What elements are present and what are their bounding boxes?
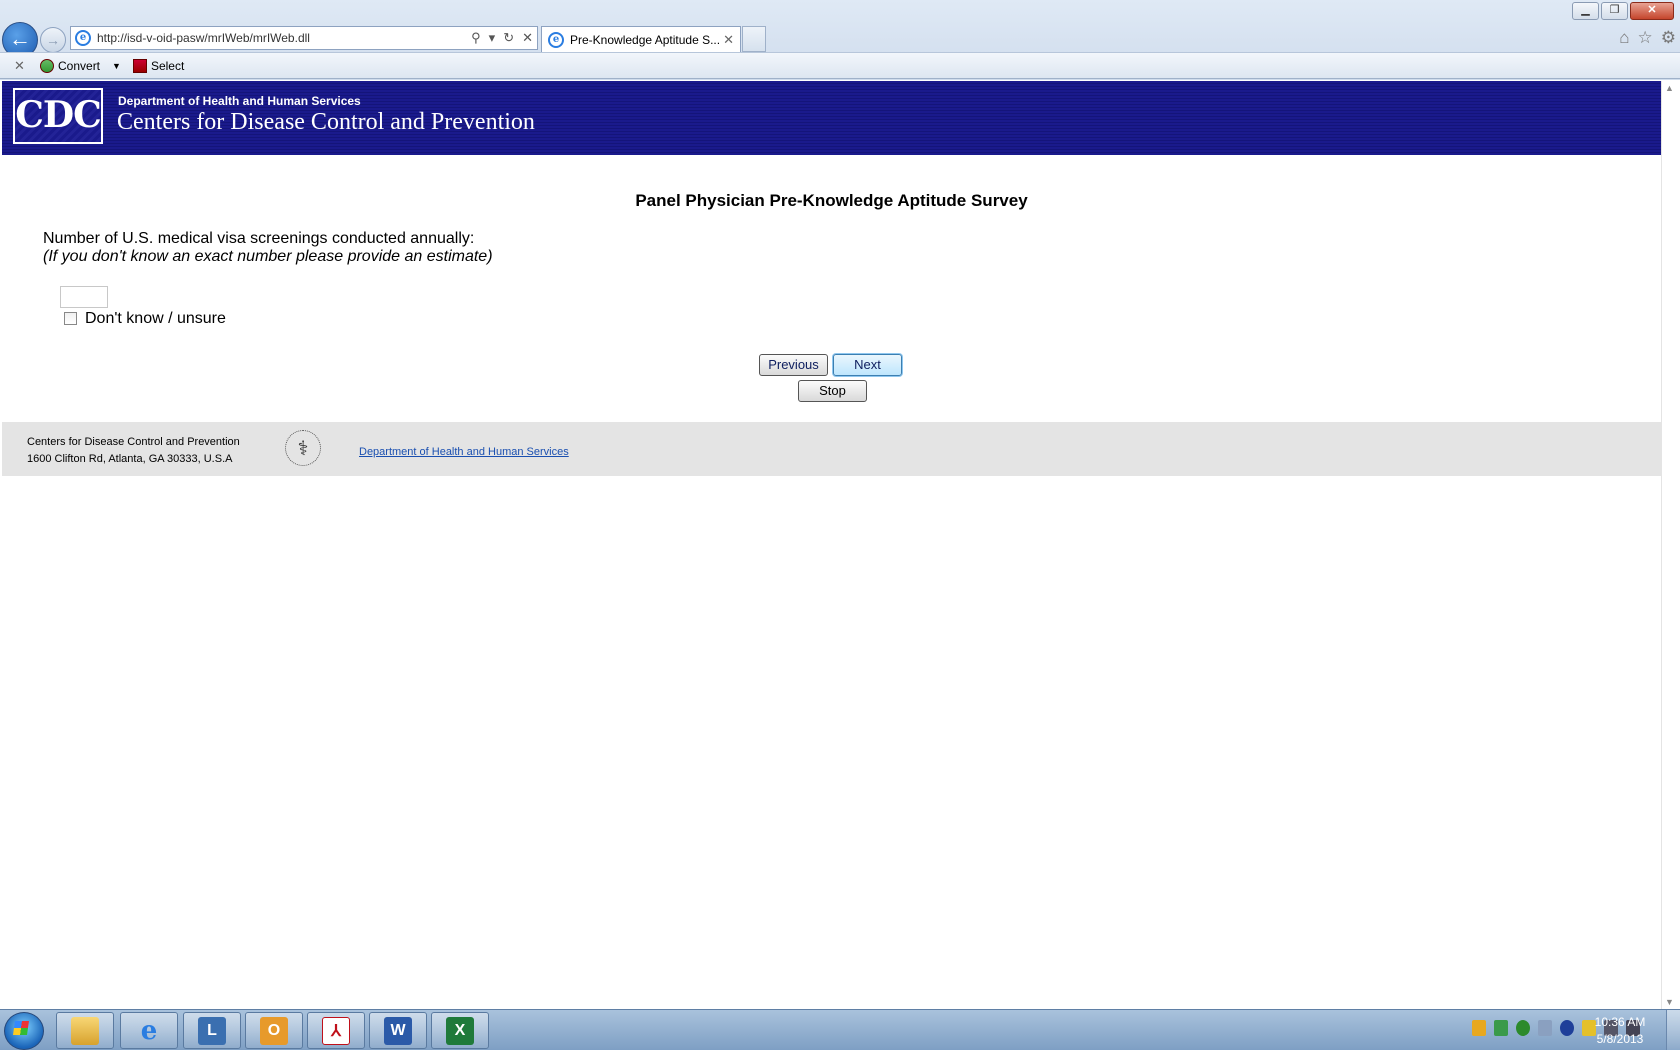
clock-time[interactable]: 10:36 AM xyxy=(1590,1015,1650,1029)
info-icon[interactable] xyxy=(1560,1020,1574,1036)
pdf-icon: ⅄ xyxy=(322,1016,350,1045)
select-label: Select xyxy=(150,58,185,73)
lync-icon: L xyxy=(198,1016,226,1045)
cdc-banner: CDC Department of Health and Human Servi… xyxy=(2,81,1661,155)
tab-title: Pre-Knowledge Aptitude S... xyxy=(570,32,721,47)
favorites-star-icon[interactable]: ☆ xyxy=(1638,28,1653,48)
stop-button[interactable]: Stop xyxy=(798,380,867,402)
close-toolbar-icon[interactable]: ✕ xyxy=(14,58,34,74)
taskbar-excel[interactable]: X xyxy=(431,1012,489,1049)
screenings-count-input[interactable] xyxy=(60,286,108,308)
convert-dropdown-icon[interactable]: ▼ xyxy=(112,61,121,71)
taskbar-internet-explorer[interactable]: e xyxy=(120,1012,178,1049)
taskbar-lync[interactable]: L xyxy=(183,1012,241,1049)
footer-address: 1600 Clifton Rd, Atlanta, GA 30333, U.S.… xyxy=(27,453,233,465)
outlook-icon: O xyxy=(260,1016,288,1045)
vertical-scrollbar[interactable]: ▲ ▼ xyxy=(1661,81,1678,1009)
tab-active[interactable]: e Pre-Knowledge Aptitude S... ✕ xyxy=(541,26,741,52)
excel-icon: X xyxy=(446,1016,474,1045)
windows-logo-icon xyxy=(13,1021,29,1035)
question-label: Number of U.S. medical visa screenings c… xyxy=(43,230,475,247)
scroll-down-icon[interactable]: ▼ xyxy=(1665,997,1674,1007)
minimize-button[interactable]: ▁ xyxy=(1572,2,1599,20)
security-tray-icon[interactable] xyxy=(1494,1020,1508,1036)
folder-icon xyxy=(71,1016,99,1045)
search-icon[interactable]: ⚲ xyxy=(471,30,481,46)
taskbar-word[interactable]: W xyxy=(369,1012,427,1049)
footer-org: Centers for Disease Control and Preventi… xyxy=(27,436,240,448)
refresh-icon[interactable]: ↻ xyxy=(503,30,514,46)
plug-icon[interactable] xyxy=(1538,1020,1552,1036)
dont-know-checkbox[interactable] xyxy=(64,312,77,325)
survey-title: Panel Physician Pre-Knowledge Aptitude S… xyxy=(635,191,1028,210)
show-desktop-button[interactable] xyxy=(1666,1010,1680,1050)
hhs-link[interactable]: Department of Health and Human Services xyxy=(359,446,569,458)
page-content: CDC Department of Health and Human Servi… xyxy=(2,81,1661,1009)
forward-arrow-icon: → xyxy=(46,32,60,48)
cdc-logo: CDC xyxy=(13,88,103,144)
taskbar-outlook[interactable]: O xyxy=(245,1012,303,1049)
ie-tab-icon: e xyxy=(548,31,564,48)
word-icon: W xyxy=(384,1016,412,1045)
back-arrow-icon: ← xyxy=(9,26,31,51)
previous-button[interactable]: Previous xyxy=(759,354,828,376)
organization-name: Centers for Disease Control and Preventi… xyxy=(117,109,535,135)
address-bar[interactable]: e http://isd-v-oid-pasw/mrIWeb/mrIWeb.dl… xyxy=(70,26,538,50)
convert-button[interactable]: Convert xyxy=(40,58,101,73)
clock-date[interactable]: 5/8/2013 xyxy=(1588,1032,1652,1046)
stop-icon[interactable]: ✕ xyxy=(522,30,533,46)
internet-explorer-icon: e xyxy=(140,1015,158,1046)
scroll-up-icon[interactable]: ▲ xyxy=(1665,83,1674,93)
department-name: Department of Health and Human Services xyxy=(118,94,361,108)
select-icon xyxy=(132,58,147,73)
gear-icon[interactable]: ⚙ xyxy=(1661,28,1676,48)
window-controls: ▁ ❐ ✕ xyxy=(1572,2,1674,20)
hhs-eagle-icon: ⚕ xyxy=(285,430,321,466)
dont-know-label[interactable]: Don't know / unsure xyxy=(85,310,226,328)
restore-button[interactable]: ❐ xyxy=(1601,2,1628,20)
home-icon[interactable]: ⌂ xyxy=(1619,28,1629,48)
close-window-button[interactable]: ✕ xyxy=(1630,2,1674,20)
question-hint: (If you don't know an exact number pleas… xyxy=(43,248,493,265)
url-text[interactable]: http://isd-v-oid-pasw/mrIWeb/mrIWeb.dll xyxy=(97,31,467,45)
browser-toolbar-icons: ⌂ ☆ ⚙ xyxy=(1619,28,1676,48)
dropdown-icon[interactable]: ▾ xyxy=(489,30,496,46)
next-button[interactable]: Next xyxy=(833,354,902,376)
command-bar: ✕ Convert ▼ Select xyxy=(0,52,1680,79)
forward-button[interactable]: → xyxy=(40,27,66,53)
taskbar-explorer[interactable] xyxy=(56,1012,114,1049)
ie-page-icon: e xyxy=(75,30,91,46)
page-footer: Centers for Disease Control and Preventi… xyxy=(2,422,1661,476)
taskbar-adobe-reader[interactable]: ⅄ xyxy=(307,1012,365,1049)
network-globe-icon[interactable] xyxy=(1516,1020,1530,1036)
convert-icon xyxy=(40,58,54,73)
select-button[interactable]: Select xyxy=(132,58,185,73)
tab-close-icon[interactable]: ✕ xyxy=(723,32,734,48)
new-tab-button[interactable] xyxy=(742,26,766,52)
taskbar: e L O ⅄ W X 10:36 AM 5/8/2013 xyxy=(0,1009,1680,1050)
convert-label: Convert xyxy=(58,58,101,73)
outlook-tray-icon[interactable] xyxy=(1472,1020,1486,1036)
